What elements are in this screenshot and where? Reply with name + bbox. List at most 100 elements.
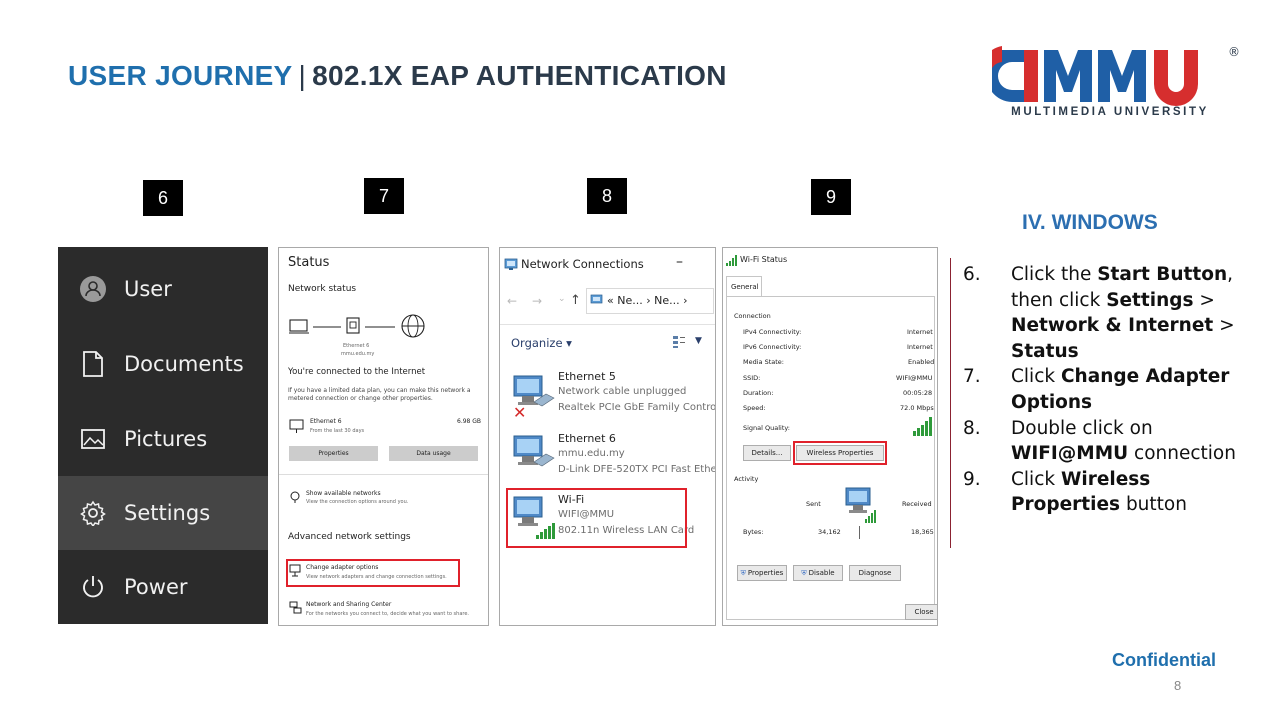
diagram-domain-label: mmu.edu.my	[341, 351, 375, 357]
instruction-steps: 6. Click the Start Button, then click Set…	[963, 262, 1263, 518]
gear-icon	[78, 498, 108, 528]
show-networks-icon	[290, 491, 300, 503]
divider	[279, 474, 488, 475]
confidential-label: Confidential	[1112, 650, 1216, 670]
start-menu-settings-label: Settings	[124, 501, 211, 525]
breadcrumb-item-1[interactable]: Ne...	[617, 294, 643, 307]
step-6-text-4: >	[1213, 315, 1235, 337]
step-badge-8: 8	[587, 178, 627, 214]
step-9-text-2: button	[1120, 494, 1187, 516]
ssid-value: WIFI@MMU	[896, 374, 933, 382]
media-state-value: Enabled	[908, 358, 935, 366]
view-options-icon[interactable]	[672, 335, 686, 349]
start-menu-power[interactable]: Power	[58, 550, 268, 624]
wifi-status-panel: Wi-Fi Status General Connection IPv4 Con…	[722, 247, 938, 626]
slide-title: USER JOURNEY | 802.1X EAP AUTHENTICATION	[68, 60, 727, 92]
speed-value: 72.0 Mbps	[900, 404, 934, 412]
wifi-properties-button[interactable]: ⛨ Properties	[737, 565, 787, 581]
connection-ethernet6[interactable]: Ethernet 6 mmu.edu.my D-Link DFE-520TX P…	[508, 430, 716, 486]
forward-arrow-icon[interactable]: →	[532, 294, 542, 308]
highlight-wireless-properties	[793, 441, 887, 465]
ipv4-value: Internet	[907, 328, 933, 336]
step-8: 8. Double click on WIFI@MMU connection	[963, 416, 1263, 467]
start-menu-pictures[interactable]: Pictures	[58, 402, 268, 476]
view-dropdown-icon[interactable]: ▼	[695, 336, 702, 346]
dropdown-icon[interactable]: ⌄	[558, 294, 566, 304]
connection-ethernet5[interactable]: ✕ Ethernet 5 Network cable unplugged Rea…	[508, 368, 716, 424]
step-6-text-3: >	[1193, 289, 1215, 311]
data-usage-button[interactable]: Data usage	[389, 446, 478, 461]
power-icon	[78, 572, 108, 602]
start-menu-user[interactable]: User	[58, 252, 268, 326]
step-badge-6: 6	[143, 180, 183, 216]
disable-label: Disable	[808, 569, 835, 577]
organize-menu[interactable]: Organize ▾	[511, 336, 572, 350]
received-label: Received	[902, 500, 932, 508]
bytes-separator	[859, 526, 860, 539]
media-state-label: Media State:	[743, 358, 784, 366]
address-folder-icon	[590, 294, 603, 304]
breadcrumb-item-2[interactable]: Ne...	[654, 294, 680, 307]
wifi-properties-label: Properties	[747, 569, 784, 577]
diagnose-button[interactable]: Diagnose	[849, 565, 901, 581]
speed-label: Speed:	[743, 404, 766, 412]
duration-value: 00:05:28	[903, 389, 933, 397]
minimize-button[interactable]: –	[676, 254, 683, 270]
ethernet6-status: mmu.edu.my	[558, 448, 625, 459]
details-button[interactable]: Details...	[743, 445, 791, 461]
wifi-signal-icon	[726, 255, 737, 266]
ethernet-usage-icon	[289, 419, 304, 433]
start-menu-power-label: Power	[124, 575, 188, 599]
step-7-text-1: Click	[1011, 366, 1061, 388]
up-arrow-icon[interactable]: ↑	[570, 293, 581, 308]
network-status-heading: Network status	[288, 284, 357, 294]
ethernet6-device: D-Link DFE-520TX PCI Fast Ethern...	[558, 464, 716, 475]
network-computer-icon: ✕	[513, 375, 555, 420]
connected-text: You're connected to the Internet	[288, 367, 426, 377]
start-menu-settings[interactable]: Settings	[58, 476, 268, 550]
tab-general[interactable]: General	[726, 276, 762, 296]
step-6-bold-start-button: Start Button	[1097, 264, 1228, 285]
advanced-network-heading: Advanced network settings	[288, 532, 411, 542]
network-folder-icon	[504, 258, 518, 270]
ethernet5-device: Realtek PCIe GbE Family Controll...	[558, 402, 716, 413]
ssid-label: SSID:	[743, 374, 761, 382]
svg-text:✕: ✕	[513, 403, 526, 420]
user-icon	[78, 274, 108, 304]
highlight-wifi-connection	[506, 488, 687, 548]
duration-label: Duration:	[743, 389, 774, 397]
step-6-text-1: Click the	[1011, 264, 1098, 285]
properties-button[interactable]: Properties	[289, 446, 378, 461]
step-6-number: 6.	[963, 264, 981, 285]
limited-plan-line2: metered connection or change other prope…	[288, 395, 433, 402]
usage-period: From the last 30 days	[310, 428, 365, 434]
step-8-text-1: Double click on	[1011, 417, 1153, 439]
start-menu-documents[interactable]: Documents	[58, 327, 268, 401]
step-badge-7: 7	[364, 178, 404, 214]
usage-name: Ethernet 6	[310, 418, 342, 425]
pictures-icon	[78, 424, 108, 454]
activity-group-label: Activity	[734, 475, 759, 483]
sharing-center-link[interactable]: Network and Sharing Center	[306, 601, 391, 608]
document-icon	[78, 349, 108, 379]
ipv4-label: IPv4 Connectivity:	[743, 328, 802, 336]
step-6-bold-settings: Settings	[1106, 289, 1194, 311]
ipv6-value: Internet	[907, 343, 933, 351]
start-menu-documents-label: Documents	[124, 352, 244, 376]
step-8-bold-wifi-mmu: WIFI@MMU	[1011, 443, 1129, 465]
globe-icon	[401, 314, 425, 338]
step-6-bold-network: Network & Internet	[1011, 315, 1214, 337]
close-button[interactable]: Close	[905, 604, 937, 620]
show-networks-link[interactable]: Show available networks	[306, 490, 381, 497]
ethernet-icon	[346, 317, 360, 334]
connection-group-label: Connection	[734, 312, 771, 320]
step-7-number: 7.	[963, 366, 981, 388]
sent-label: Sent	[806, 500, 821, 508]
step-9: 9. Click Wireless Properties button	[963, 467, 1263, 518]
breadcrumb[interactable]: « Ne... › Ne... ›	[607, 294, 688, 307]
network-diagram	[289, 314, 425, 338]
shield-icon: ⛨	[740, 568, 746, 577]
back-arrow-icon[interactable]: ←	[507, 294, 517, 308]
disable-button[interactable]: ⛨ Disable	[793, 565, 843, 581]
ethernet5-name: Ethernet 5	[558, 370, 616, 383]
